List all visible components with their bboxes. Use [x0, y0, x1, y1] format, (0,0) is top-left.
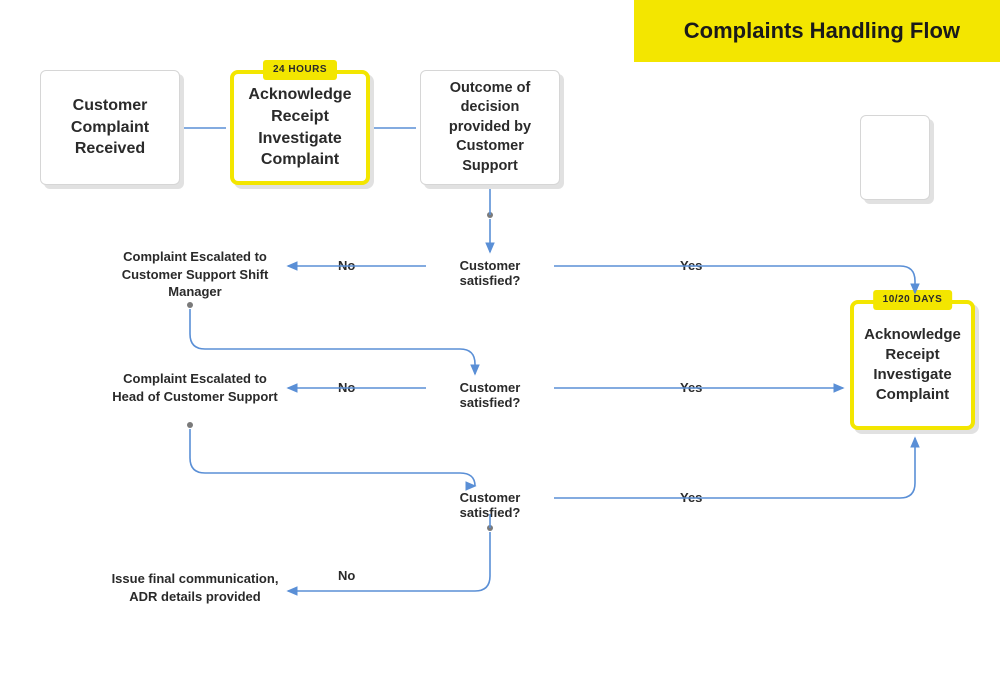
node-outcome-provided: Outcome of decision provided by Customer…: [420, 70, 560, 185]
node-text: Acknowledge Receipt Investigate Complain…: [864, 325, 961, 406]
label-yes-1: Yes: [680, 258, 702, 273]
label-no-2: No: [338, 380, 355, 395]
label-yes-2: Yes: [680, 380, 702, 395]
node-text: Customer Complaint Received: [51, 95, 169, 160]
outcome-escalate-head-support: Complaint Escalated to Head of Customer …: [110, 370, 280, 405]
node-complaint-received: Customer Complaint Received: [40, 70, 180, 185]
node-acknowledge-24h: 24 HOURS Acknowledge Receipt Investigate…: [230, 70, 370, 185]
badge-10-20-days: 10/20 DAYS: [873, 290, 953, 310]
decision-customer-satisfied-1: Customer satisfied?: [430, 258, 550, 288]
label-no-1: No: [338, 258, 355, 273]
outcome-final-communication: Issue final communication, ADR details p…: [110, 570, 280, 605]
badge-24-hours: 24 HOURS: [263, 60, 337, 80]
diagram-title: Complaints Handling Flow: [634, 0, 1000, 62]
decision-customer-satisfied-2: Customer satisfied?: [430, 380, 550, 410]
node-resolve-10-20-days: 10/20 DAYS Acknowledge Receipt Investiga…: [850, 300, 975, 430]
outcome-escalate-shift-manager: Complaint Escalated to Customer Support …: [110, 248, 280, 301]
node-text: Outcome of decision provided by Customer…: [431, 79, 549, 177]
label-no-3: No: [338, 568, 355, 583]
node-placeholder: [860, 115, 930, 200]
node-text: Acknowledge Receipt Investigate Complain…: [244, 84, 356, 170]
label-yes-3: Yes: [680, 490, 702, 505]
decision-customer-satisfied-3: Customer satisfied?: [430, 490, 550, 520]
